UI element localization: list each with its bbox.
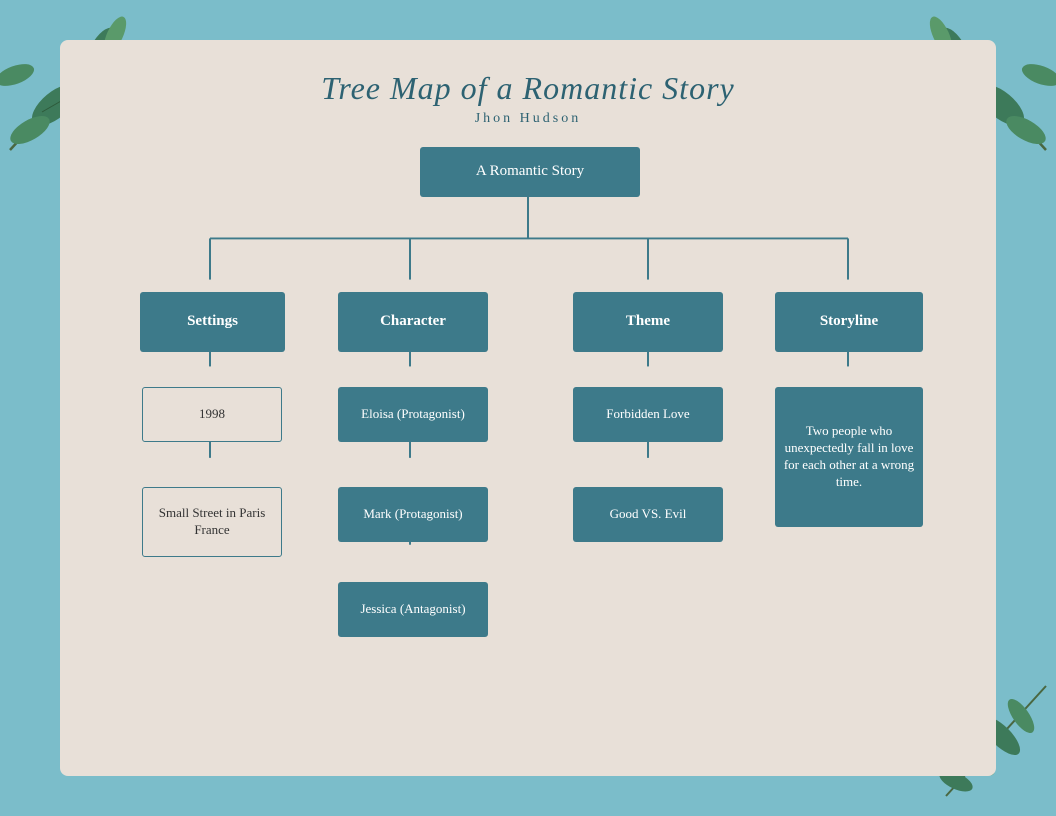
branch-storyline: Storyline <box>775 292 923 352</box>
tree-container: A Romantic Story Settings 1998 Small Str… <box>100 147 956 723</box>
branch-settings: Settings <box>140 292 285 352</box>
page-wrapper: Tree Map of a Romantic Story Jhon Hudson <box>0 0 1056 816</box>
leaf-character-2: Jessica (Antagonist) <box>338 582 488 637</box>
root-node: A Romantic Story <box>420 147 640 197</box>
leaf-character-0: Eloisa (Protagonist) <box>338 387 488 442</box>
leaf-settings-1: Small Street in Paris France <box>142 487 282 557</box>
leaf-storyline-0: Two people who unexpectedly fall in love… <box>775 387 923 527</box>
leaf-settings-0: 1998 <box>142 387 282 442</box>
branch-character: Character <box>338 292 488 352</box>
branch-theme: Theme <box>573 292 723 352</box>
main-title: Tree Map of a Romantic Story <box>100 70 956 107</box>
title-area: Tree Map of a Romantic Story Jhon Hudson <box>100 70 956 127</box>
main-card: Tree Map of a Romantic Story Jhon Hudson <box>60 40 996 776</box>
leaf-theme-0: Forbidden Love <box>573 387 723 442</box>
leaf-character-1: Mark (Protagonist) <box>338 487 488 542</box>
leaf-theme-1: Good VS. Evil <box>573 487 723 542</box>
subtitle: Jhon Hudson <box>100 111 956 127</box>
